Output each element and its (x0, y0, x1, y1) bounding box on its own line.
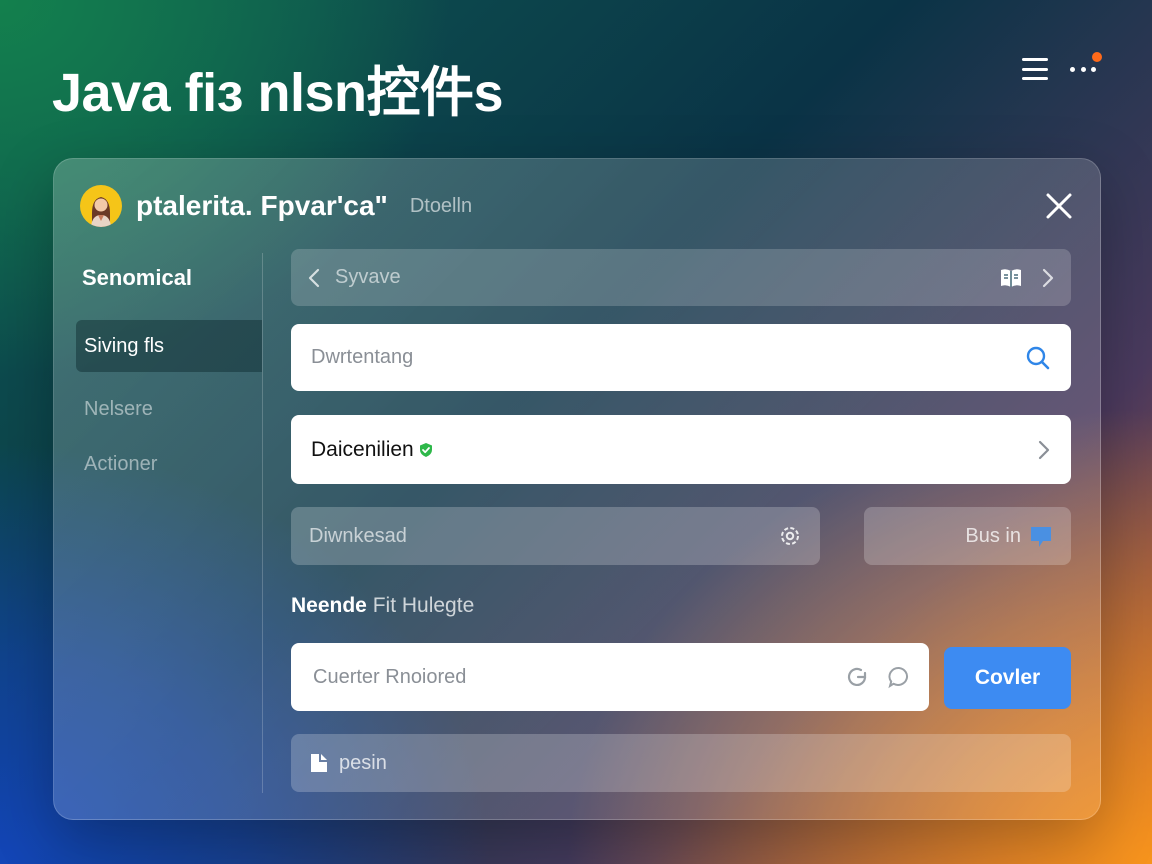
chevron-right-icon[interactable] (1037, 439, 1051, 461)
section-label: Neende Fit Hulegte (291, 594, 474, 618)
chevron-left-icon[interactable] (307, 267, 321, 289)
section-label-bold: Neende (291, 594, 367, 617)
sidebar-item-label: Nelsere (84, 397, 153, 420)
content-area: Syvave Dwrtentang Daicenilien Diwnkesad … (291, 249, 1071, 794)
status-select[interactable]: Daicenilien (291, 415, 1071, 484)
blue-tag-icon (1031, 527, 1051, 547)
document-icon (311, 754, 327, 772)
sidebar-item-label: Siving fls (84, 334, 165, 357)
nav-label: Syvave (335, 266, 401, 288)
refresh-icon[interactable] (845, 665, 869, 689)
sidebar-item-label: Actioner (84, 452, 158, 475)
person-icon (91, 197, 111, 227)
top-actions (1022, 52, 1102, 80)
pesan-label: pesin (339, 751, 387, 774)
sidebar-item-nelsere[interactable]: Nelsere (76, 383, 262, 435)
pesan-field[interactable]: pesin (291, 734, 1071, 792)
download-label: Diwnkesad (309, 524, 407, 547)
search-icon[interactable] (1025, 345, 1051, 371)
panel-title: ptalerita. Fpvar'ca" (136, 190, 388, 221)
sidebar: Senomical Siving fls Nelsere Actioner (76, 253, 263, 793)
nav-bar: Syvave (291, 249, 1071, 306)
avatar[interactable] (80, 185, 122, 227)
comment-input[interactable]: Cuerter Rnoiored (291, 643, 929, 711)
search-input[interactable]: Dwrtentang (291, 324, 1071, 391)
section-label-light: Fit Hulegte (372, 594, 475, 617)
select-value: Daicenilien (311, 437, 414, 461)
bus-in-button[interactable]: Bus in (864, 507, 1071, 565)
download-field[interactable]: Diwnkesad (291, 507, 820, 565)
panel-header: ptalerita. Fpvar'ca" Dtoelln (80, 185, 1074, 227)
notification-dot (1092, 52, 1102, 62)
main-panel: ptalerita. Fpvar'ca" Dtoelln Senomical S… (53, 158, 1101, 820)
sidebar-item-actioner[interactable]: Actioner (76, 438, 262, 490)
bus-in-label: Bus in (965, 524, 1021, 547)
verified-badge-icon (419, 442, 432, 457)
sidebar-item-siving-fls[interactable]: Siving fls (76, 320, 262, 372)
sidebar-heading: Senomical (82, 265, 193, 290)
page-title: Java fiз nlsn控件s (52, 63, 504, 123)
book-icon[interactable] (999, 267, 1023, 289)
panel-subtitle: Dtoelln (409, 194, 473, 217)
chevron-right-icon[interactable] (1041, 267, 1055, 289)
select-value-wrap: Daicenilien (311, 438, 1037, 462)
close-icon[interactable] (1044, 191, 1074, 221)
search-placeholder: Dwrtentang (311, 346, 414, 368)
gear-icon[interactable] (778, 524, 802, 548)
comment-placeholder: Cuerter Rnoiored (313, 665, 467, 688)
more-icon[interactable] (1070, 52, 1102, 79)
primary-button[interactable]: Covler (944, 647, 1071, 709)
chat-bubble-icon[interactable] (887, 665, 911, 689)
hamburger-icon[interactable] (1022, 58, 1048, 80)
